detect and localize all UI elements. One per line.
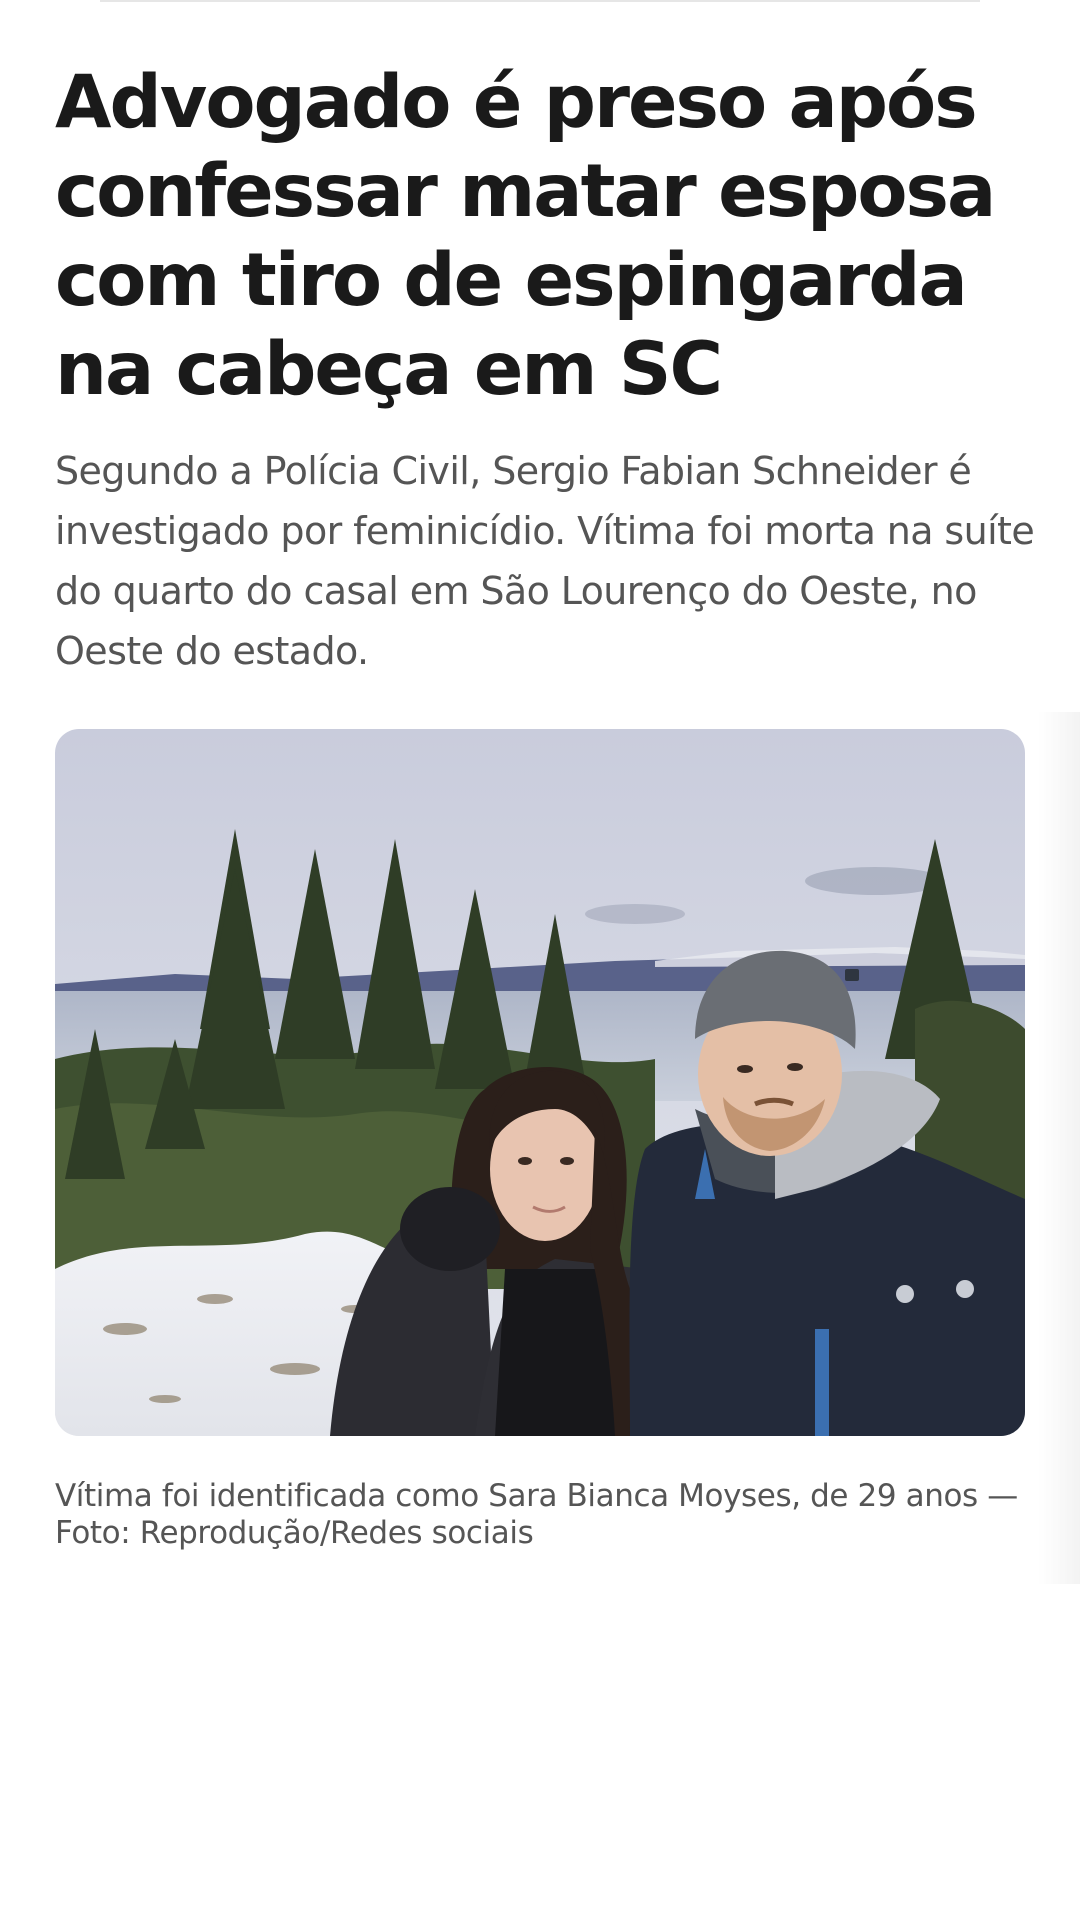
article-subtitle: Segundo a Polícia Civil, Sergio Fabian S… xyxy=(55,449,1035,673)
photo-illustration xyxy=(55,729,1025,1436)
article-headline: Advogado é preso após confessar matar es… xyxy=(55,60,996,412)
article-photo[interactable] xyxy=(55,729,1025,1436)
photo-caption: Vítima foi identificada como Sara Bianca… xyxy=(55,1478,1018,1551)
top-divider xyxy=(100,0,980,2)
next-slide-edge xyxy=(1038,712,1080,1584)
